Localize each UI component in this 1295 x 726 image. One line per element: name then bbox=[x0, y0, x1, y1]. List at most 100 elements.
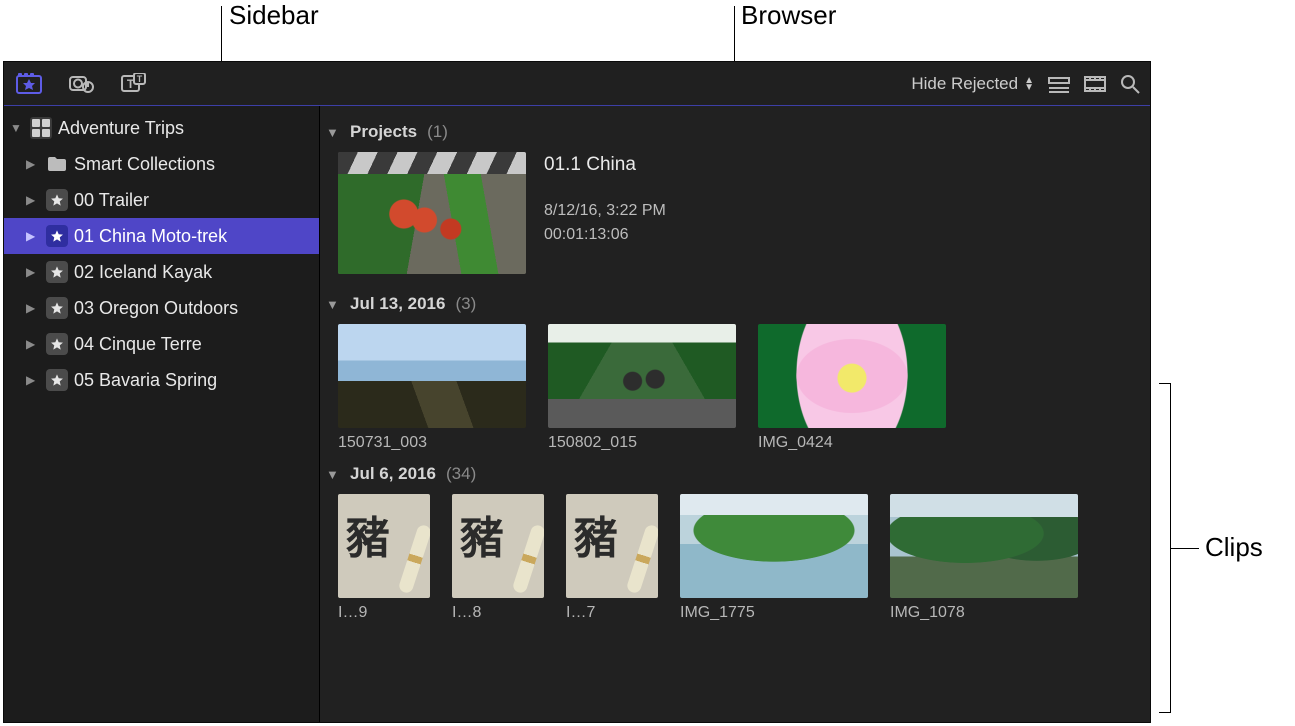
event-star-icon bbox=[46, 189, 68, 211]
clip-label: I…7 bbox=[566, 604, 658, 622]
list-view-icon[interactable] bbox=[1048, 75, 1070, 93]
section-header-date[interactable]: ▼ Jul 6, 2016 (34) bbox=[320, 462, 1150, 494]
callout-browser-label: Browser bbox=[741, 0, 836, 31]
clip-thumbnail[interactable] bbox=[452, 494, 544, 598]
clip[interactable]: IMG_0424 bbox=[758, 324, 946, 452]
disclosure-triangle-icon[interactable]: ▼ bbox=[326, 467, 340, 482]
clip[interactable]: I…8 bbox=[452, 494, 544, 622]
toolbar: TT Hide Rejected ▲▼ bbox=[4, 62, 1150, 106]
sidebar-library-label: Adventure Trips bbox=[58, 118, 184, 139]
sidebar-item[interactable]: ▶ 01 China Moto-trek bbox=[4, 218, 319, 254]
clip-label: IMG_0424 bbox=[758, 434, 946, 452]
sidebar-library-row[interactable]: ▼ Adventure Trips bbox=[4, 110, 319, 146]
section-title: Jul 13, 2016 bbox=[350, 294, 445, 314]
disclosure-triangle-icon[interactable]: ▶ bbox=[26, 337, 40, 351]
clip-thumbnail[interactable] bbox=[548, 324, 736, 428]
sidebar-item-label: 01 China Moto-trek bbox=[74, 226, 227, 247]
sidebar-item-label: 03 Oregon Outdoors bbox=[74, 298, 238, 319]
project-date: 8/12/16, 3:22 PM bbox=[544, 202, 666, 220]
event-star-icon bbox=[46, 261, 68, 283]
event-star-icon bbox=[46, 369, 68, 391]
stepper-icon: ▲▼ bbox=[1024, 77, 1034, 91]
clip[interactable]: I…9 bbox=[338, 494, 430, 622]
clip[interactable]: IMG_1078 bbox=[890, 494, 1078, 622]
clip-label: I…9 bbox=[338, 604, 430, 622]
clip[interactable]: 150802_015 bbox=[548, 324, 736, 452]
clip-thumbnail[interactable] bbox=[758, 324, 946, 428]
clip[interactable]: I…7 bbox=[566, 494, 658, 622]
clip-label: 150731_003 bbox=[338, 434, 526, 452]
filter-dropdown[interactable]: Hide Rejected ▲▼ bbox=[911, 74, 1034, 94]
filter-label: Hide Rejected bbox=[911, 74, 1018, 94]
sidebar: ▼ Adventure Trips ▶ Smart Collections ▶ 00 … bbox=[4, 106, 320, 722]
sidebar-item[interactable]: ▶ 05 Bavaria Spring bbox=[4, 362, 319, 398]
section-count: (3) bbox=[455, 294, 476, 314]
section-title: Projects bbox=[350, 122, 417, 142]
clip[interactable]: IMG_1775 bbox=[680, 494, 868, 622]
event-star-icon bbox=[46, 297, 68, 319]
sidebar-item-label: Smart Collections bbox=[74, 154, 215, 175]
filmstrip-view-icon[interactable] bbox=[1084, 75, 1106, 93]
callout-clips-label: Clips bbox=[1205, 532, 1263, 563]
sidebar-item[interactable]: ▶ 03 Oregon Outdoors bbox=[4, 290, 319, 326]
event-star-icon bbox=[46, 333, 68, 355]
sidebar-item-label: 04 Cinque Terre bbox=[74, 334, 202, 355]
clip-label: I…8 bbox=[452, 604, 544, 622]
disclosure-triangle-icon[interactable]: ▶ bbox=[26, 373, 40, 387]
disclosure-triangle-icon[interactable]: ▼ bbox=[10, 121, 24, 135]
clip-label: 150802_015 bbox=[548, 434, 736, 452]
clip-thumbnail[interactable] bbox=[566, 494, 658, 598]
project-thumbnail[interactable] bbox=[338, 152, 526, 274]
callout-bracket bbox=[1159, 383, 1171, 713]
section-title: Jul 6, 2016 bbox=[350, 464, 436, 484]
project-title: 01.1 China bbox=[544, 154, 666, 176]
titles-generators-icon[interactable]: TT bbox=[120, 73, 146, 95]
disclosure-triangle-icon[interactable]: ▶ bbox=[26, 229, 40, 243]
clip-thumbnail[interactable] bbox=[338, 324, 526, 428]
section-count: (34) bbox=[446, 464, 476, 484]
sidebar-item-label: 05 Bavaria Spring bbox=[74, 370, 217, 391]
sidebar-item[interactable]: ▶ 04 Cinque Terre bbox=[4, 326, 319, 362]
clip-thumbnail[interactable] bbox=[890, 494, 1078, 598]
sidebar-item-label: 02 Iceland Kayak bbox=[74, 262, 212, 283]
clip-thumbnail[interactable] bbox=[338, 494, 430, 598]
disclosure-triangle-icon[interactable]: ▶ bbox=[26, 301, 40, 315]
section-header-date[interactable]: ▼ Jul 13, 2016 (3) bbox=[320, 292, 1150, 324]
toolbar-left: TT bbox=[14, 73, 146, 95]
browser: ▼ Projects (1) 01.1 China 8/12/16, 3:22 … bbox=[320, 106, 1150, 722]
clip-label: IMG_1078 bbox=[890, 604, 1078, 622]
clip[interactable]: 150731_003 bbox=[338, 324, 526, 452]
main-split: ▼ Adventure Trips ▶ Smart Collections ▶ 00 … bbox=[4, 106, 1150, 722]
photos-audio-icon[interactable] bbox=[68, 73, 94, 95]
library-icon bbox=[30, 117, 52, 139]
sidebar-item[interactable]: ▶ 02 Iceland Kayak bbox=[4, 254, 319, 290]
sidebar-item-label: 00 Trailer bbox=[74, 190, 149, 211]
project-duration: 00:01:13:06 bbox=[544, 226, 666, 244]
sidebar-item[interactable]: ▶ 00 Trailer bbox=[4, 182, 319, 218]
folder-icon bbox=[46, 153, 68, 175]
svg-text:T: T bbox=[137, 74, 143, 84]
section-count: (1) bbox=[427, 122, 448, 142]
app-window: TT Hide Rejected ▲▼ ▼ bbox=[3, 61, 1151, 723]
callout-line bbox=[1171, 548, 1199, 549]
thumbnail-art bbox=[338, 174, 526, 274]
disclosure-triangle-icon[interactable]: ▼ bbox=[326, 297, 340, 312]
clips-row: I…9 I…8 I…7 IMG_1775 IMG_1078 bbox=[320, 494, 1150, 622]
clip-label: IMG_1775 bbox=[680, 604, 868, 622]
media-library-icon[interactable] bbox=[16, 73, 42, 95]
sidebar-item[interactable]: ▶ Smart Collections bbox=[4, 146, 319, 182]
project-row[interactable]: 01.1 China 8/12/16, 3:22 PM 00:01:13:06 bbox=[320, 152, 1150, 274]
toolbar-right: Hide Rejected ▲▼ bbox=[911, 74, 1140, 94]
disclosure-triangle-icon[interactable]: ▶ bbox=[26, 193, 40, 207]
disclosure-triangle-icon[interactable]: ▶ bbox=[26, 265, 40, 279]
section-header-projects[interactable]: ▼ Projects (1) bbox=[320, 120, 1150, 152]
clips-row: 150731_003 150802_015 IMG_0424 bbox=[320, 324, 1150, 452]
callout-sidebar-label: Sidebar bbox=[229, 0, 319, 31]
clapper-strip-icon bbox=[338, 152, 526, 174]
disclosure-triangle-icon[interactable]: ▼ bbox=[326, 125, 340, 140]
event-star-icon bbox=[46, 225, 68, 247]
disclosure-triangle-icon[interactable]: ▶ bbox=[26, 157, 40, 171]
clip-thumbnail[interactable] bbox=[680, 494, 868, 598]
search-icon[interactable] bbox=[1120, 74, 1140, 94]
project-metadata: 01.1 China 8/12/16, 3:22 PM 00:01:13:06 bbox=[544, 152, 666, 274]
